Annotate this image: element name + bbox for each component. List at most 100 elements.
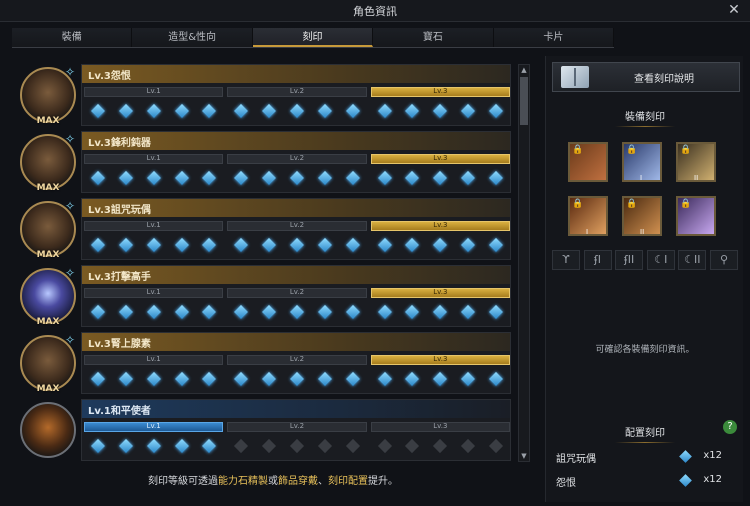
gem-node-icon [146,304,161,320]
gem-node-icon [174,438,189,454]
engraving-row[interactable]: ✧ MAX Lv.3怨恨 Lv.1 Lv.2 Lv.3 [17,64,511,126]
lock-icon: 🔒 [572,199,584,209]
slot-tier-badge: I [640,174,643,182]
tab-bar: 裝備 造型&性向 刻印 寶石 卡片 [12,28,615,48]
slot-tier-badge: II [694,174,699,182]
gem-group [84,168,223,188]
equipment-slot[interactable]: 🔒 I [622,142,662,182]
max-badge: MAX [36,250,60,260]
level-bar: Lv.1 [84,221,224,231]
level-label: Lv.2 [289,422,305,430]
equip-engraving-heading: 裝備刻印 [546,108,744,127]
engraving-title-bar: Lv.3詛咒玩偶 [82,199,510,217]
gem-node-icon [377,170,392,186]
gem-node-icon [234,103,249,119]
gem-node-icon [174,103,189,119]
equipment-slot[interactable]: 🔒 I [568,196,608,236]
footer-text-2: 或 [268,476,278,487]
tab-cards[interactable]: 卡片 [493,28,615,47]
equipment-slot[interactable]: 🔒 [568,142,608,182]
equipment-slot[interactable]: 🔒 II [676,142,716,182]
engraving-row[interactable]: Lv.1和平使者 Lv.1 Lv.2 Lv.3 [17,399,511,461]
level-label: Lv.3 [433,87,448,95]
level-bars: Lv.1 Lv.2 Lv.3 [84,288,510,298]
gem-node-icon [405,371,420,387]
accessory-type-icon[interactable]: ϒ [552,250,580,270]
gem-node-icon [345,170,360,186]
gem-node-icon [345,438,360,454]
max-badge: MAX [36,183,60,193]
engraving-title-bar: Lv.3怨恨 [82,65,510,83]
view-engraving-description-button[interactable]: 查看刻印說明 [552,62,740,92]
level-bars: Lv.1 Lv.2 Lv.3 [84,422,510,432]
gem-node-icon [433,170,448,186]
gem-node-icon [345,304,360,320]
level-bar: Lv.3 [370,355,510,365]
gem-group [84,101,223,121]
engraving-title: Lv.3打擊高手 [88,272,151,283]
engraving-row[interactable]: ✧ MAX Lv.3詛咒玩偶 Lv.1 Lv.2 Lv.3 [17,198,511,260]
accessory-type-icon[interactable]: ☾I [646,250,675,270]
tab-appearance[interactable]: 造型&性向 [132,28,253,47]
gem-nodes [84,436,510,456]
accessory-type-icon[interactable]: ⚲ [709,250,738,270]
scroll-up-icon[interactable]: ▲ [519,65,529,75]
level-bars: Lv.1 Lv.2 Lv.3 [84,355,510,365]
config-engraving-heading: 配置刻印 [546,424,744,443]
accessory-type-icon[interactable]: ☾II [678,250,707,270]
gem-node-icon [317,304,332,320]
engraving-emblem: ✧ MAX [17,198,79,260]
gem-node-icon [433,304,448,320]
level-label: Lv.1 [146,154,161,162]
gem-node-icon [377,304,392,320]
gem-node-icon [90,103,105,119]
engraving-row[interactable]: ✧ MAX Lv.3鋒利鈍器 Lv.1 Lv.2 Lv.3 [17,131,511,193]
scroll-thumb[interactable] [520,77,528,125]
tab-engravings[interactable]: 刻印 [252,28,374,47]
scroll-down-icon[interactable]: ▼ [519,451,529,461]
hexagon-mark-icon: ✧ [64,132,76,146]
accessory-type-icon[interactable]: ʄI [583,250,612,270]
config-count: x12 [703,450,722,461]
gem-node-icon [289,371,305,387]
level-bar: Lv.2 [227,87,367,97]
level-bar: Lv.2 [227,154,367,164]
gem-nodes [84,168,510,188]
gem-node-icon [317,103,332,119]
engraving-row[interactable]: ✧ MAX Lv.3腎上腺素 Lv.1 Lv.2 Lv.3 [17,332,511,394]
equipment-slot[interactable]: 🔒 [676,196,716,236]
help-icon[interactable]: ? [723,420,737,434]
tab-equipment[interactable]: 裝備 [12,28,133,47]
engraving-title-bar: Lv.3腎上腺素 [82,333,510,351]
scrollbar[interactable]: ▲ ▼ [518,64,530,462]
hexagon-mark-icon: ✧ [64,65,76,79]
gem-node-icon [234,371,249,387]
footer-text-3: 、 [318,476,328,487]
level-bar: Lv.1 [84,87,224,97]
gem-node-icon [405,103,420,119]
gem-node-icon [234,170,249,186]
gem-group [371,436,510,456]
gem-node-icon [433,438,448,454]
close-icon[interactable]: ✕ [726,2,742,18]
gem-node-icon [405,304,420,320]
gem-node-icon [174,237,189,253]
book-icon [561,66,589,88]
gem-group [371,101,510,121]
tab-gems[interactable]: 寶石 [373,28,494,47]
gem-node-icon [146,438,161,454]
gem-node-icon [118,438,133,454]
engraving-title-bar: Lv.3打擊高手 [82,266,510,284]
gem-node-icon [118,371,133,387]
gem-node-icon [345,237,360,253]
gem-node-icon [377,371,392,387]
gem-node-icon [289,304,305,320]
accessory-type-icon[interactable]: ʄII [615,250,644,270]
lock-icon: 🔒 [680,145,692,155]
gem-node-icon [90,371,105,387]
equipment-slot[interactable]: 🔒 II [622,196,662,236]
level-label: Lv.3 [433,154,448,162]
level-label: Lv.2 [289,87,305,95]
gem-nodes [84,302,510,322]
engraving-row[interactable]: ✧ MAX Lv.3打擊高手 Lv.1 Lv.2 Lv.3 [17,265,511,327]
